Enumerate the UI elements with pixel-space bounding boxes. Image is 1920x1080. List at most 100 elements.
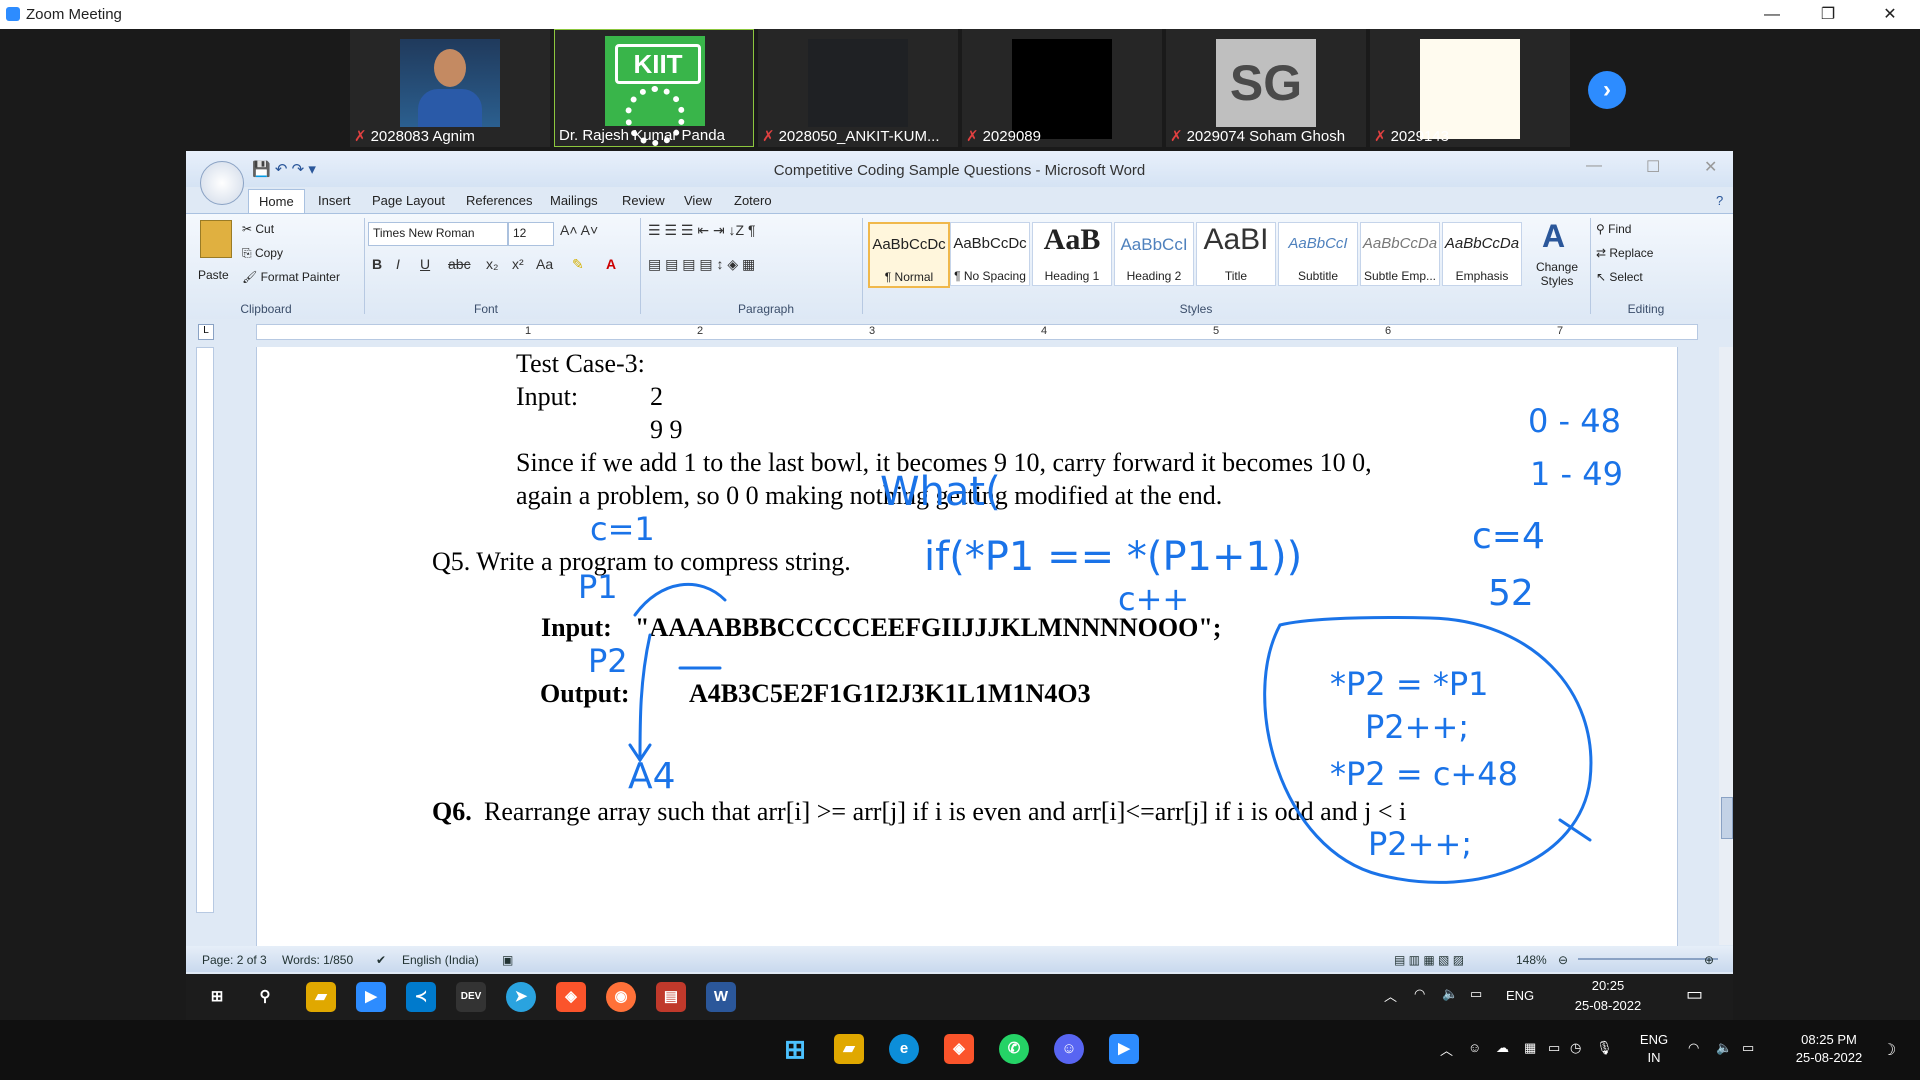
cloud-icon[interactable]: ☁	[1496, 1040, 1509, 1056]
style-normal[interactable]: AaBbCcDc ¶ Normal	[868, 222, 950, 288]
underline-button[interactable]: U	[420, 256, 430, 272]
find-button[interactable]: ⚲ Find	[1596, 222, 1631, 236]
vscode-icon[interactable]: ≺	[406, 982, 436, 1012]
firefox-icon[interactable]: ◉	[606, 982, 636, 1012]
language-indicator[interactable]: ENG	[1636, 1032, 1672, 1047]
clock-date[interactable]: 25-08-2022	[1566, 998, 1650, 1013]
highlight-icon[interactable]: ✎	[572, 256, 584, 273]
region-indicator[interactable]: IN	[1636, 1050, 1672, 1065]
file-explorer-icon[interactable]: ▰	[306, 982, 336, 1012]
screen-icon[interactable]: ▦	[1524, 1040, 1536, 1056]
zoom-slider[interactable]	[1578, 958, 1718, 960]
style-subtle-emphasis[interactable]: AaBbCcDa Subtle Emp...	[1360, 222, 1440, 286]
word-icon[interactable]: W	[706, 982, 736, 1012]
quick-access-toolbar[interactable]: 💾 ↶ ↷ ▾	[252, 160, 316, 178]
zoom-in-button[interactable]: ⊕	[1704, 953, 1714, 967]
microphone-icon[interactable]: 🎙	[1596, 1040, 1613, 1056]
zoom-app-icon[interactable]: ▶	[1109, 1034, 1139, 1064]
font-name-select[interactable]: Times New Roman	[368, 222, 508, 246]
change-case-button[interactable]: Aa	[536, 256, 553, 272]
style-heading-1[interactable]: AaB Heading 1	[1032, 222, 1112, 286]
paste-icon[interactable]	[200, 220, 232, 258]
participant-tile[interactable]: ✗ 2028083 Agnim	[350, 29, 550, 147]
pdf-reader-icon[interactable]: ▤	[656, 982, 686, 1012]
italic-button[interactable]: I	[396, 256, 400, 272]
clock-date[interactable]: 25-08-2022	[1786, 1050, 1872, 1065]
maximize-button[interactable]: ☐	[1646, 157, 1660, 177]
clock-app-icon[interactable]: ◷	[1570, 1040, 1581, 1056]
brave-icon[interactable]: ◈	[556, 982, 586, 1012]
style-emphasis[interactable]: AaBbCcDa Emphasis	[1442, 222, 1522, 286]
volume-icon[interactable]: 🔈	[1716, 1040, 1732, 1056]
subscript-button[interactable]: x₂	[486, 256, 498, 272]
participant-tile[interactable]: ✗ 2028050_ANKIT-KUM...	[758, 29, 958, 147]
search-icon[interactable]: ⚲	[250, 982, 280, 1012]
participant-tile[interactable]: ✗ 2029089	[962, 29, 1162, 147]
document-page[interactable]: Test Case-3: Input: 2 9 9 Since if we ad…	[256, 347, 1678, 947]
wifi-icon[interactable]: ◠	[1414, 986, 1425, 1002]
paste-button[interactable]: Paste	[198, 268, 229, 282]
format-painter-button[interactable]: 🖌 Format Painter	[242, 270, 340, 284]
windows-start-icon[interactable]: ⊞	[202, 982, 232, 1012]
telegram-icon[interactable]: ➤	[506, 982, 536, 1012]
tray-chevron-icon[interactable]: ︿	[1384, 986, 1397, 1005]
proofing-icon[interactable]: ✔	[376, 953, 386, 967]
language-indicator[interactable]: ENG	[1506, 988, 1534, 1003]
font-size-select[interactable]: 12	[508, 222, 554, 246]
view-buttons[interactable]: ▤ ▥ ▦ ▧ ▨	[1394, 953, 1464, 967]
tab-insert[interactable]: Insert	[318, 193, 351, 208]
notification-icon[interactable]: ☽	[1882, 1040, 1896, 1060]
close-button[interactable]: ✕	[1704, 157, 1717, 177]
discord-tray-icon[interactable]: ☺	[1468, 1040, 1481, 1055]
tab-mailings[interactable]: Mailings	[550, 193, 598, 208]
bullets-button[interactable]: ☰ ☰ ☰ ⇤ ⇥ ↓Z ¶	[648, 222, 756, 239]
participant-tile-active[interactable]: KIIT Dr. Rajesh Kumar Panda	[554, 29, 754, 147]
whatsapp-icon[interactable]: ✆	[999, 1034, 1029, 1064]
windows-start-icon[interactable]: ⊞	[780, 1034, 810, 1064]
tab-selector[interactable]: L	[198, 324, 214, 340]
cut-button[interactable]: ✂ Cut	[242, 222, 274, 236]
devcpp-icon[interactable]: DEV	[456, 982, 486, 1012]
minimize-button[interactable]: —	[1752, 3, 1792, 27]
brave-icon[interactable]: ◈	[944, 1034, 974, 1064]
file-explorer-icon[interactable]: ▰	[834, 1034, 864, 1064]
participant-tile[interactable]: ✗ 2029143	[1370, 29, 1570, 147]
superscript-button[interactable]: x²	[512, 256, 524, 272]
horizontal-ruler[interactable]: L 1 2 3 4 5 6 7	[186, 319, 1733, 343]
tab-references[interactable]: References	[466, 193, 532, 208]
font-color-button[interactable]: A	[606, 256, 616, 272]
participant-tile[interactable]: SG ✗ 2029074 Soham Ghosh	[1166, 29, 1366, 147]
next-page-button[interactable]: ›	[1588, 71, 1626, 109]
style-title[interactable]: AaBI Title	[1196, 222, 1276, 286]
zoom-out-button[interactable]: ⊖	[1558, 953, 1568, 967]
page-indicator[interactable]: Page: 2 of 3	[202, 953, 267, 967]
select-button[interactable]: ↖ Select	[1596, 270, 1643, 284]
close-button[interactable]: ✕	[1870, 3, 1910, 27]
zoom-app-icon[interactable]: ▶	[356, 982, 386, 1012]
grow-font-button[interactable]: A˄ A˅	[560, 222, 598, 238]
volume-icon[interactable]: 🔈	[1442, 986, 1458, 1002]
copy-button[interactable]: ⎘ Copy	[242, 246, 283, 261]
tab-zotero[interactable]: Zotero	[734, 193, 772, 208]
discord-icon[interactable]: ☺	[1054, 1034, 1084, 1064]
edge-icon[interactable]: e	[889, 1034, 919, 1064]
tab-review[interactable]: Review	[622, 193, 665, 208]
style-no-spacing[interactable]: AaBbCcDc ¶ No Spacing	[950, 222, 1030, 286]
help-icon[interactable]: ?	[1716, 193, 1723, 208]
word-count[interactable]: Words: 1/850	[282, 953, 353, 967]
align-buttons[interactable]: ▤ ▤ ▤ ▤ ↕ ◈ ▦	[648, 256, 755, 273]
replace-button[interactable]: ⇄ Replace	[1596, 246, 1653, 260]
battery-icon[interactable]: ▭	[1742, 1040, 1754, 1056]
battery-icon[interactable]: ▭	[1470, 986, 1482, 1002]
bold-button[interactable]: B	[372, 256, 382, 272]
tab-page-layout[interactable]: Page Layout	[372, 193, 445, 208]
change-styles-icon[interactable]: A	[1542, 218, 1565, 255]
notification-icon[interactable]: ▭	[1686, 984, 1703, 1005]
wifi-icon[interactable]: ◠	[1688, 1040, 1699, 1056]
monitor-icon[interactable]: ▭	[1548, 1040, 1560, 1056]
tray-chevron-icon[interactable]: ︿	[1440, 1040, 1453, 1059]
zoom-level[interactable]: 148%	[1516, 953, 1547, 967]
style-heading-2[interactable]: AaBbCcI Heading 2	[1114, 222, 1194, 286]
tab-home[interactable]: Home	[248, 189, 305, 213]
macro-icon[interactable]: ▣	[502, 953, 513, 967]
